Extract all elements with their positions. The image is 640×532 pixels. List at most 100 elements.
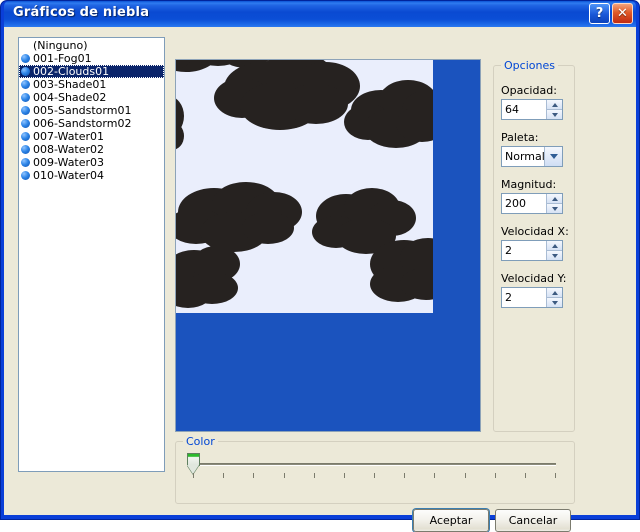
color-slider-thumb[interactable]: [187, 453, 200, 475]
slider-tick: [343, 473, 345, 478]
list-item[interactable]: 006-Sandstorm02: [19, 117, 164, 130]
list-item-label: 001-Fog01: [33, 52, 92, 65]
slider-tick: [283, 473, 285, 478]
chevron-down-icon: [551, 253, 558, 258]
speed-y-spinner[interactable]: 2: [501, 287, 563, 308]
speed-x-value[interactable]: 2: [502, 241, 546, 260]
chevron-down-icon: [551, 206, 558, 211]
list-item[interactable]: 001-Fog01: [19, 52, 164, 65]
title-bar: Gráficos de niebla ? ✕: [4, 1, 636, 27]
chevron-down-icon: [551, 112, 558, 117]
color-slider-ticks: [193, 473, 556, 479]
bullet-icon: [21, 171, 30, 180]
bullet-icon: [21, 93, 30, 102]
dialog-client-area: (Ninguno) 001-Fog01 002-Clouds01 003-Shade0…: [4, 27, 636, 532]
close-icon[interactable]: ✕: [612, 3, 633, 24]
palette-dropdown-button[interactable]: [544, 147, 562, 166]
color-group-legend: Color: [183, 435, 218, 448]
slider-tick: [555, 473, 556, 478]
speed-x-spinner[interactable]: 2: [501, 240, 563, 261]
slider-tick: [434, 473, 436, 478]
cloud-shape: [186, 272, 238, 304]
list-item-label: 009-Water03: [33, 156, 105, 169]
list-item-label: 004-Shade02: [33, 91, 107, 104]
magnitude-value[interactable]: 200: [502, 194, 546, 213]
cloud-shape: [284, 84, 348, 124]
opacity-spin-buttons: [546, 100, 562, 119]
list-item[interactable]: 002-Clouds01: [19, 65, 164, 78]
bullet-icon: [21, 67, 30, 76]
speed-y-value[interactable]: 2: [502, 288, 546, 307]
palette-value: Normal: [505, 150, 544, 163]
options-group-legend: Opciones: [501, 59, 558, 72]
list-item[interactable]: 005-Sandstorm01: [19, 104, 164, 117]
help-icon[interactable]: ?: [589, 3, 610, 24]
list-item[interactable]: (Ninguno): [19, 39, 164, 52]
list-item[interactable]: 007-Water01: [19, 130, 164, 143]
speed-x-increment-button[interactable]: [546, 241, 562, 251]
slider-tick: [494, 473, 496, 478]
speed-y-label: Velocidad Y:: [501, 272, 567, 285]
magnitude-label: Magnitud:: [501, 178, 557, 191]
list-item-label: 008-Water02: [33, 143, 105, 156]
speed-y-decrement-button[interactable]: [546, 298, 562, 307]
list-item-label: 002-Clouds01: [33, 65, 110, 78]
slider-tick: [404, 473, 406, 478]
magnitude-spinner[interactable]: 200: [501, 193, 563, 214]
speed-x-label: Velocidad X:: [501, 225, 569, 238]
list-item-label: (Ninguno): [33, 39, 88, 52]
magnitude-increment-button[interactable]: [546, 194, 562, 204]
window-title: Gráficos de niebla: [13, 5, 150, 20]
bullet-icon: [21, 145, 30, 154]
slider-tick: [193, 473, 194, 478]
palette-select[interactable]: Normal: [501, 146, 563, 167]
cloud-shape: [242, 212, 294, 244]
slider-tick: [374, 473, 375, 478]
opacity-decrement-button[interactable]: [546, 110, 562, 119]
list-item-label: 005-Sandstorm01: [33, 104, 132, 117]
list-item[interactable]: 003-Shade01: [19, 78, 164, 91]
cancel-button[interactable]: Cancelar: [495, 509, 571, 532]
fog-graphics-list[interactable]: (Ninguno) 001-Fog01 002-Clouds01 003-Shade0…: [18, 37, 165, 472]
accept-button[interactable]: Aceptar: [413, 509, 489, 532]
opacity-increment-button[interactable]: [546, 100, 562, 110]
list-item[interactable]: 010-Water04: [19, 169, 164, 182]
speed-x-decrement-button[interactable]: [546, 251, 562, 260]
bullet-icon: [21, 106, 30, 115]
list-item-label: 003-Shade01: [33, 78, 107, 91]
graphic-preview: [175, 59, 481, 432]
list-item[interactable]: 004-Shade02: [19, 91, 164, 104]
list-item[interactable]: 009-Water03: [19, 156, 164, 169]
list-item-label: 010-Water04: [33, 169, 105, 182]
opacity-spinner[interactable]: 64: [501, 99, 563, 120]
chevron-up-icon: [551, 243, 558, 248]
chevron-down-icon: [551, 300, 558, 305]
preview-texture: [176, 60, 433, 313]
magnitude-decrement-button[interactable]: [546, 204, 562, 213]
chevron-up-icon: [551, 290, 558, 295]
speed-x-spin-buttons: [546, 241, 562, 260]
bullet-spacer: [21, 41, 30, 50]
opacity-label: Opacidad:: [501, 84, 557, 97]
palette-label: Paleta:: [501, 131, 539, 144]
slider-tick: [253, 473, 255, 478]
magnitude-spin-buttons: [546, 194, 562, 213]
bullet-icon: [21, 54, 30, 63]
chevron-down-icon: [549, 154, 558, 159]
speed-y-increment-button[interactable]: [546, 288, 562, 298]
list-item[interactable]: 008-Water02: [19, 143, 164, 156]
slider-tick: [464, 473, 466, 478]
options-group: Opciones Opacidad: 64 Paleta: Normal Mag…: [493, 59, 575, 432]
speed-y-spin-buttons: [546, 288, 562, 307]
list-item-label: 006-Sandstorm02: [33, 117, 132, 130]
title-bar-buttons: ? ✕: [589, 3, 633, 24]
list-item-label: 007-Water01: [33, 130, 105, 143]
bullet-icon: [21, 119, 30, 128]
opacity-value[interactable]: 64: [502, 100, 546, 119]
slider-tick: [524, 473, 526, 478]
color-slider-track[interactable]: [193, 463, 556, 466]
bullet-icon: [21, 132, 30, 141]
color-group: Color: [175, 435, 575, 504]
chevron-up-icon: [551, 196, 558, 201]
bullet-icon: [21, 158, 30, 167]
